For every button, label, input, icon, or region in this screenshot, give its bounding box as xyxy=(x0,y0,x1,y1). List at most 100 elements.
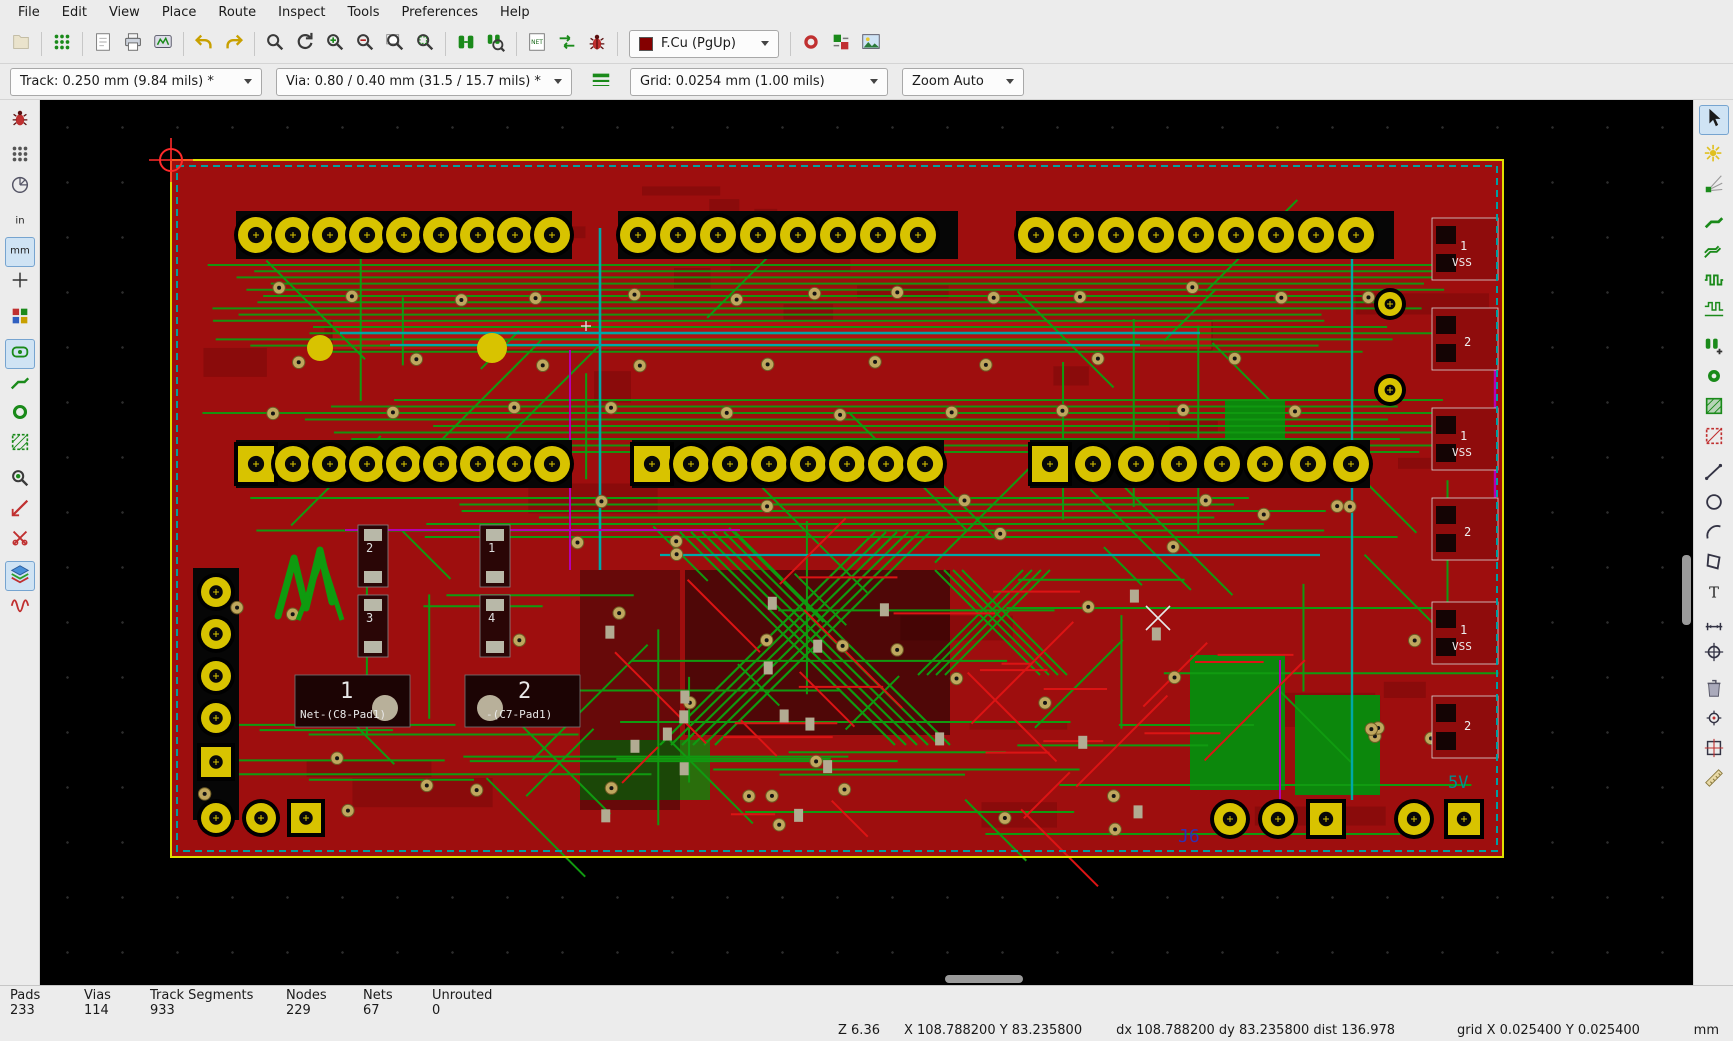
cursor-status-bar: Z 6.36 X 108.788200 Y 83.235800 dx 108.7… xyxy=(0,1020,1733,1041)
select-button[interactable] xyxy=(1699,105,1729,135)
page-settings-button[interactable] xyxy=(88,29,118,59)
find-button[interactable] xyxy=(260,29,290,59)
track-sketch-button[interactable] xyxy=(5,369,35,399)
footprint-editor-button[interactable] xyxy=(451,29,481,59)
toolbar-separator xyxy=(82,32,83,56)
netlist-dialog-button[interactable]: NET xyxy=(522,29,552,59)
magnifier-pad-button[interactable] xyxy=(5,465,35,495)
tune-length-icon xyxy=(1703,269,1725,295)
via-sketch-button[interactable] xyxy=(5,399,35,429)
menu-file[interactable]: File xyxy=(8,3,50,22)
drc-bug-button[interactable] xyxy=(5,105,35,135)
pcb-canvas[interactable]: 1Net-(C8-Pad1)2-(C7-Pad1)23141VSS21VSS21… xyxy=(40,100,1693,985)
place-via-button[interactable] xyxy=(1699,363,1729,393)
toolbar-separator xyxy=(617,32,618,56)
drc-bug-icon xyxy=(9,107,31,133)
status-label: Nodes xyxy=(286,988,363,1003)
polar-coordinates-button[interactable] xyxy=(5,171,35,201)
place-target-button[interactable] xyxy=(1699,639,1729,669)
pad-sketch-button[interactable] xyxy=(5,339,35,369)
via-sketch-icon xyxy=(9,401,31,427)
plot-button[interactable] xyxy=(148,29,178,59)
menu-help[interactable]: Help xyxy=(490,3,540,22)
zoom-out-icon xyxy=(354,31,376,57)
microwave-button[interactable] xyxy=(5,591,35,621)
draw-keepout-button[interactable] xyxy=(1699,423,1729,453)
menu-inspect[interactable]: Inspect xyxy=(268,3,335,22)
units-inch-button[interactable]: in xyxy=(5,207,35,237)
menu-tools[interactable]: Tools xyxy=(337,3,389,22)
refresh-button[interactable] xyxy=(290,29,320,59)
status-value: 0 xyxy=(432,1003,542,1018)
board-text: -(C7-Pad1) xyxy=(486,708,552,721)
layer-selector[interactable]: F.Cu (PgUp) xyxy=(629,30,779,58)
track-sketch-icon xyxy=(9,371,31,397)
grid-setting: grid X 0.025400 Y 0.025400 xyxy=(1457,1023,1640,1038)
menu-preferences[interactable]: Preferences xyxy=(392,3,488,22)
draw-polygon-button[interactable] xyxy=(1699,549,1729,579)
3d-image-button[interactable] xyxy=(856,29,886,59)
update-pcb-button[interactable] xyxy=(552,29,582,59)
delete-button[interactable] xyxy=(1699,675,1729,705)
menu-place[interactable]: Place xyxy=(152,3,207,22)
menu-route[interactable]: Route xyxy=(208,3,266,22)
zoom-selection-button[interactable] xyxy=(410,29,440,59)
zoom-in-button[interactable] xyxy=(320,29,350,59)
zoom-out-button[interactable] xyxy=(350,29,380,59)
grid-size-combo[interactable]: Grid: 0.0254 mm (1.00 mils) xyxy=(630,68,888,96)
board-text: 3 xyxy=(366,611,373,625)
grid-dots-button[interactable] xyxy=(5,141,35,171)
zoom-combo[interactable]: Zoom Auto xyxy=(902,68,1024,96)
status-track-segments: Track Segments933 xyxy=(150,988,286,1018)
units-mm-button[interactable]: mm xyxy=(5,237,35,267)
undo-button[interactable] xyxy=(189,29,219,59)
grid-color-button[interactable] xyxy=(5,303,35,333)
draw-circle-button[interactable] xyxy=(1699,489,1729,519)
draw-zone-button[interactable] xyxy=(1699,393,1729,423)
print-button[interactable] xyxy=(118,29,148,59)
place-footprint-button[interactable] xyxy=(1699,333,1729,363)
route-track-button[interactable] xyxy=(1699,207,1729,237)
draw-arc-button[interactable] xyxy=(1699,519,1729,549)
menu-edit[interactable]: Edit xyxy=(52,3,97,22)
track-width-combo[interactable]: Track: 0.250 mm (9.84 mils) * xyxy=(10,68,262,96)
via-size-combo[interactable]: Via: 0.80 / 0.40 mm (31.5 / 15.7 mils) * xyxy=(276,68,572,96)
grid-settings-button[interactable] xyxy=(47,29,77,59)
update-pcb-icon xyxy=(556,31,578,57)
measure-button[interactable] xyxy=(1699,765,1729,795)
zoom-fit-button[interactable] xyxy=(380,29,410,59)
place-dimension-button[interactable] xyxy=(1699,609,1729,639)
grid-origin-button[interactable] xyxy=(1699,735,1729,765)
tune-length-button[interactable] xyxy=(1699,267,1729,297)
menu-view[interactable]: View xyxy=(99,3,150,22)
drag-track-button[interactable] xyxy=(5,495,35,525)
track-width-presets-icon xyxy=(590,69,612,95)
board-text: 2 xyxy=(1464,525,1471,539)
highlight-net-button[interactable] xyxy=(1699,141,1729,171)
zoom-selection-icon xyxy=(414,31,436,57)
horizontal-scrollbar[interactable] xyxy=(945,975,1023,983)
track-width-presets-button[interactable] xyxy=(586,67,616,97)
open-board-icon xyxy=(10,31,32,57)
vertical-scrollbar[interactable] xyxy=(1682,555,1691,625)
zone-outline-button[interactable] xyxy=(5,429,35,459)
draw-line-button[interactable] xyxy=(1699,459,1729,489)
open-board-button[interactable] xyxy=(6,29,36,59)
layer-stack-button[interactable] xyxy=(5,561,35,591)
find-icon xyxy=(264,31,286,57)
local-ratsnest-button[interactable] xyxy=(1699,171,1729,201)
footprint-browser-button[interactable] xyxy=(481,29,511,59)
tune-skew-button[interactable] xyxy=(1699,297,1729,327)
route-track-icon xyxy=(1703,209,1725,235)
toolbar-separator xyxy=(183,32,184,56)
cursor-crosshair-button[interactable] xyxy=(5,267,35,297)
route-diff-pair-button[interactable] xyxy=(1699,237,1729,267)
place-text-button[interactable]: T xyxy=(1699,579,1729,609)
drc-check-button[interactable] xyxy=(582,29,612,59)
split-track-button[interactable] xyxy=(5,525,35,555)
net-highlight-button[interactable] xyxy=(796,29,826,59)
redo-button[interactable] xyxy=(219,29,249,59)
drill-origin-button[interactable] xyxy=(1699,705,1729,735)
layer-pairs-button[interactable] xyxy=(826,29,856,59)
board-text: 5V xyxy=(1448,773,1468,793)
